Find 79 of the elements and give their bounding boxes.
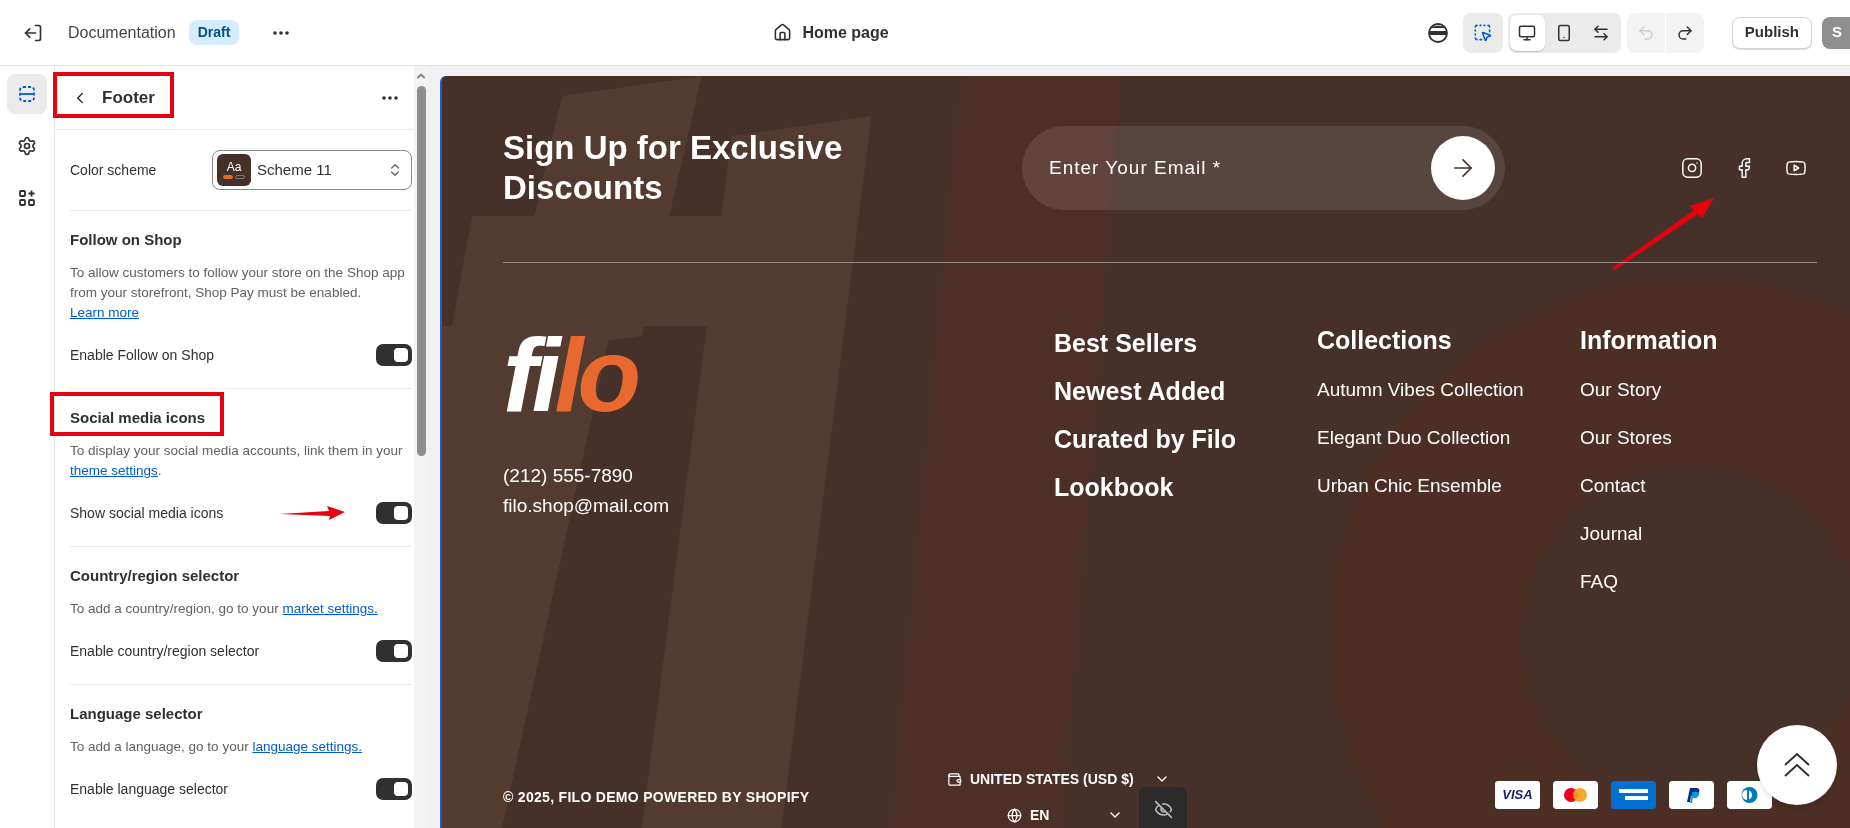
color-scheme-select[interactable]: Aa Scheme 11	[212, 150, 412, 190]
publish-button[interactable]: Publish	[1731, 16, 1812, 49]
double-chevron-icon	[1782, 751, 1812, 779]
footer-link[interactable]: Autumn Vibes Collection	[1317, 377, 1524, 403]
footer-link[interactable]: Contact	[1580, 473, 1646, 499]
footer-link[interactable]: Lookbook	[1054, 472, 1174, 502]
section-heading: Country/region selector	[70, 566, 240, 586]
paypal-icon	[1669, 781, 1714, 809]
panel-title: Footer	[102, 86, 155, 109]
column-heading: Information	[1580, 325, 1718, 355]
footer-link[interactable]: Urban Chic Ensemble	[1317, 473, 1502, 499]
newsletter-heading: Sign Up for Exclusive Discounts	[503, 128, 844, 208]
amex-icon	[1611, 781, 1656, 809]
signup-field[interactable]: Enter Your Email *	[1022, 126, 1505, 210]
settings-link[interactable]: language settings.	[252, 739, 362, 754]
eye-off-icon	[1153, 800, 1173, 819]
language-selector[interactable]: EN	[1007, 804, 1124, 826]
field-label: Color scheme	[70, 160, 157, 180]
toggle-switch[interactable]	[376, 344, 412, 366]
toggle-label: Show social media icons	[70, 503, 224, 523]
desktop-icon	[1518, 23, 1537, 42]
phone-number: (212) 555-7890	[503, 464, 633, 488]
section-description: To display your social media accounts, link them in your theme settings.	[70, 442, 404, 480]
submit-button[interactable]	[1431, 136, 1495, 200]
filo-logo: filo	[503, 325, 637, 425]
section-description: To allow customers to follow your store on the Shop app from your storefront, Shop Pay must be enabled. Learn more	[70, 264, 406, 322]
more-icon	[382, 95, 398, 100]
scrollbar-thumb[interactable]	[416, 86, 426, 456]
email-field[interactable]: Enter Your Email *	[1049, 153, 1431, 183]
scheme-swatch: Aa	[217, 154, 251, 186]
settings-link[interactable]: theme settings	[70, 463, 158, 478]
toggle-label: Enable country/region selector	[70, 641, 260, 661]
device-tab[interactable]	[1509, 14, 1545, 51]
instagram-icon[interactable]	[1681, 157, 1703, 179]
footer-link[interactable]: Best Sellers	[1054, 328, 1198, 358]
sections-icon	[17, 84, 37, 104]
email-address: filo.shop@mail.com	[503, 494, 670, 518]
section-description: To add a country/region, go to your market settings.	[70, 600, 379, 618]
exit-icon	[23, 22, 43, 43]
section-heading: Follow on Shop	[70, 230, 182, 250]
visa-card: VISA	[1495, 781, 1540, 809]
country-selector[interactable]: UNITED STATES (USD $)	[947, 768, 1170, 790]
diners-icon	[1727, 781, 1772, 809]
globe-icon	[1007, 807, 1022, 823]
mask-icon	[1426, 21, 1449, 44]
page-selector[interactable]: Home page	[765, 15, 897, 50]
footer-link[interactable]: Elegant Duo Collection	[1317, 425, 1511, 451]
settings-icon	[17, 136, 37, 156]
toggle-switch[interactable]	[376, 502, 412, 524]
section-description: To add a language, go to your language settings.	[70, 738, 363, 756]
section-heading: Social media icons	[70, 408, 206, 428]
settings-link[interactable]: market settings.	[282, 601, 378, 616]
full-width-icon	[1592, 23, 1611, 42]
column-heading: Collections	[1317, 325, 1452, 355]
more-icon	[273, 30, 290, 35]
toggle-label: Enable Follow on Shop	[70, 345, 214, 365]
footer-link[interactable]: Newest Added	[1054, 376, 1226, 406]
undo-icon	[1636, 23, 1655, 42]
toggle-switch[interactable]	[376, 778, 412, 800]
footer-link[interactable]: Journal	[1580, 521, 1643, 547]
section-heading: Language selector	[70, 704, 203, 724]
home-icon	[773, 23, 793, 42]
toggle-label: Enable language selector	[70, 779, 228, 799]
mastercard-icon	[1553, 781, 1598, 809]
redo-icon	[1675, 23, 1694, 42]
status-badge: Draft	[188, 20, 240, 45]
add-block-icon	[17, 188, 37, 208]
footer-link[interactable]: Our Stores	[1580, 425, 1672, 451]
footer-link[interactable]: Our Story	[1580, 377, 1662, 403]
wallet-icon	[947, 771, 962, 787]
store-name: Documentation	[68, 22, 176, 43]
visibility-toggle[interactable]	[1139, 787, 1187, 828]
footer-link[interactable]: Curated by Filo	[1054, 424, 1236, 454]
inspector-button[interactable]	[1462, 12, 1503, 53]
toggle-switch[interactable]	[376, 640, 412, 662]
inspector-icon	[1473, 23, 1493, 42]
settings-link[interactable]: Learn more	[70, 305, 140, 320]
copyright-text: © 2025, FILO DEMO POWERED BY SHOPIFY	[503, 788, 811, 807]
footer-link[interactable]: FAQ	[1580, 569, 1618, 595]
